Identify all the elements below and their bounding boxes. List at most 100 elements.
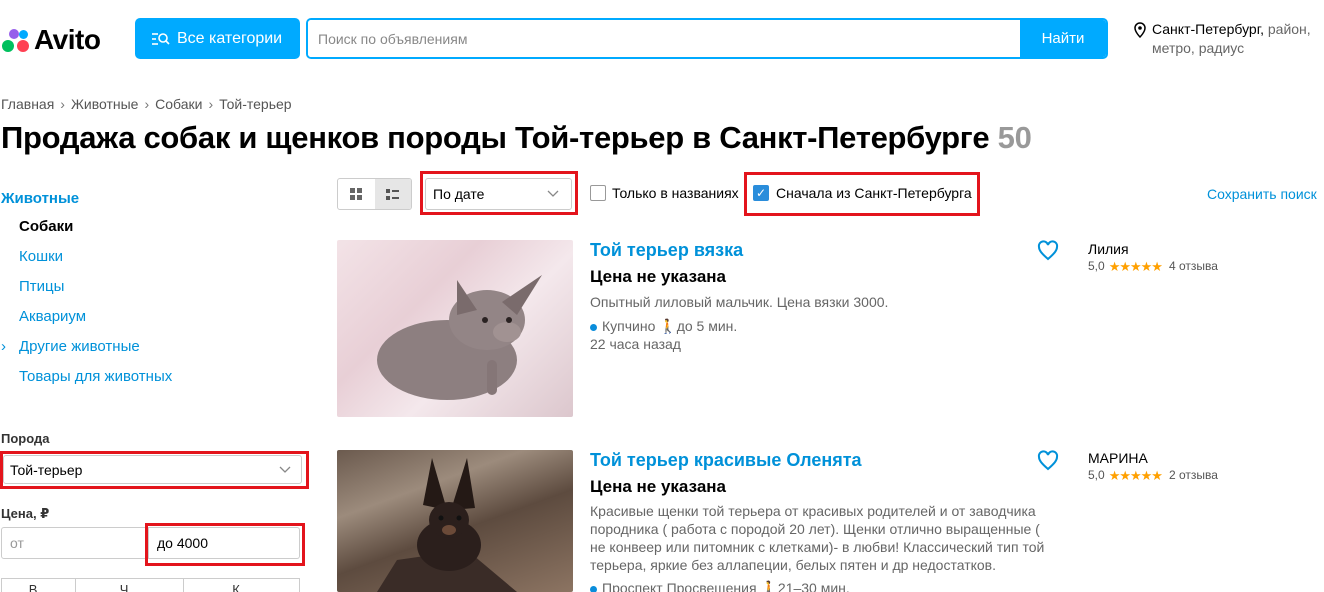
- list-view-button[interactable]: [374, 179, 411, 209]
- price-from-input[interactable]: от: [1, 527, 149, 559]
- breadcrumb: Главная › Животные › Собаки › Той-терьер: [1, 96, 292, 112]
- listing-walk-time: 21–30 мин.: [777, 580, 850, 592]
- category-cats-label: Кошки: [19, 248, 64, 265]
- favorite-heart-icon[interactable]: [1037, 240, 1059, 262]
- grid-icon: [350, 188, 363, 200]
- listing-price: Цена не указана: [590, 267, 726, 286]
- category-dogs[interactable]: Собаки: [1, 218, 172, 248]
- listing-description: Красивые щенки той терьера от красивых р…: [590, 503, 1045, 573]
- location-district: район,: [1267, 21, 1311, 37]
- segment-option-1[interactable]: В...: [1, 578, 76, 592]
- page-title-text: Продажа собак и щенков породы Той-терьер…: [1, 120, 990, 155]
- listing-metro: Проспект Просвещения: [602, 580, 757, 592]
- price-range: от до 4000: [1, 527, 300, 559]
- category-tree: Животные Собаки Кошки Птицы Аквариум › Д…: [1, 190, 172, 398]
- listing-title[interactable]: Той терьер вязка: [590, 240, 743, 261]
- search-input[interactable]: [308, 20, 1020, 57]
- view-toggle: [337, 178, 412, 210]
- sphynx-dog-photo: [377, 275, 542, 400]
- sort-select[interactable]: По дате: [425, 178, 572, 210]
- listing-walk-time: до 5 мин.: [676, 318, 738, 334]
- walk-icon: 🚶: [659, 318, 677, 334]
- search-bar: Найти: [306, 18, 1108, 59]
- location-metro: метро, радиус: [1152, 40, 1245, 56]
- breadcrumb-separator-icon: ›: [208, 96, 214, 112]
- breadcrumb-separator-icon: ›: [60, 96, 65, 112]
- category-other-animals[interactable]: › Другие животные: [1, 338, 172, 368]
- grid-view-button[interactable]: [338, 179, 375, 209]
- metro-dot-icon: [590, 323, 597, 331]
- chevron-down-icon: [279, 466, 291, 473]
- only-titles-option[interactable]: Только в названиях: [590, 185, 739, 201]
- search-button[interactable]: Найти: [1020, 20, 1106, 57]
- category-pet-supplies-label: Товары для животных: [19, 368, 173, 385]
- breadcrumb-toy-terrier[interactable]: Той-терьер: [219, 96, 291, 112]
- sort-select-value: По дате: [433, 186, 485, 202]
- breadcrumb-home[interactable]: Главная: [1, 96, 54, 112]
- spb-first-checkbox[interactable]: ✓: [753, 185, 769, 201]
- all-categories-button[interactable]: Все категории: [135, 18, 300, 59]
- all-categories-label: Все категории: [177, 29, 283, 47]
- category-birds-label: Птицы: [19, 278, 65, 295]
- star-rating-icon: ★★★★★: [1108, 259, 1163, 274]
- reviews-count: 2 отзыва: [1168, 468, 1218, 482]
- only-titles-checkbox[interactable]: [590, 185, 606, 201]
- result-count: 50: [997, 120, 1032, 155]
- chevron-down-icon: [547, 190, 559, 197]
- breadcrumb-separator-icon: ›: [144, 96, 150, 112]
- toy-terrier-photo: [377, 458, 517, 592]
- rating-value: 5,0: [1088, 468, 1105, 482]
- listing-price: Цена не указана: [590, 477, 726, 496]
- listing-time: 22 часа назад: [590, 336, 681, 352]
- walk-icon: 🚶: [760, 580, 778, 592]
- seller-rating: 5,0 ★★★★★ 4 отзыва: [1088, 258, 1218, 275]
- seller-name: Лилия: [1088, 241, 1129, 257]
- listing-metro: Купчино: [602, 318, 656, 334]
- breed-select-value: Той-терьер: [10, 461, 83, 478]
- breed-label: Порода: [1, 431, 50, 446]
- listing-location: Купчино 🚶до 5 мин.: [590, 317, 737, 335]
- breed-select[interactable]: Той-терьер: [3, 455, 302, 484]
- segment-option-2[interactable]: Ч...: [76, 578, 184, 592]
- listing-title[interactable]: Той терьер красивые Оленята: [590, 450, 862, 471]
- listing-description: Опытный лиловый мальчик. Цена вязки 3000…: [590, 294, 889, 310]
- menu-search-icon: [152, 32, 170, 45]
- location-selector[interactable]: Санкт-Петербург, район, метро, радиус: [1133, 20, 1318, 58]
- page-title: Продажа собак и щенков породы Той-терьер…: [1, 120, 1032, 156]
- listing-photo[interactable]: [337, 240, 573, 417]
- category-pet-supplies[interactable]: Товары для животных: [1, 368, 172, 398]
- seller-info[interactable]: Лилия 5,0 ★★★★★ 4 отзыва: [1088, 241, 1218, 275]
- category-root-animals[interactable]: Животные: [1, 190, 172, 207]
- favorite-heart-icon[interactable]: [1037, 450, 1059, 472]
- seller-info[interactable]: МАРИНА 5,0 ★★★★★ 2 отзыва: [1088, 450, 1218, 484]
- location-pin-icon: [1134, 22, 1146, 38]
- category-dogs-label: Собаки: [19, 218, 74, 235]
- breadcrumb-animals[interactable]: Животные: [71, 96, 139, 112]
- segment-control: В... Ч... К...: [1, 578, 300, 592]
- avito-logo[interactable]: Avito: [0, 20, 101, 60]
- chevron-right-icon: ›: [1, 338, 6, 355]
- category-other-animals-label: Другие животные: [19, 338, 140, 355]
- spb-first-label: Сначала из Санкт-Петербурга: [776, 185, 972, 201]
- price-to-input[interactable]: до 4000: [149, 527, 300, 559]
- segment-option-3[interactable]: К...: [184, 578, 300, 592]
- listing-photo[interactable]: [337, 450, 573, 592]
- spb-first-option[interactable]: ✓ Сначала из Санкт-Петербурга: [753, 185, 972, 201]
- category-birds[interactable]: Птицы: [1, 278, 172, 308]
- price-label: Цена, ₽: [1, 506, 50, 521]
- logo-text: Avito: [34, 24, 101, 55]
- reviews-count: 4 отзыва: [1168, 259, 1218, 273]
- listing-location: Проспект Просвещения 🚶21–30 мин.: [590, 579, 850, 592]
- star-rating-icon: ★★★★★: [1108, 468, 1163, 483]
- save-search-link[interactable]: Сохранить поиск: [1207, 186, 1317, 202]
- metro-dot-icon: [590, 585, 597, 592]
- only-titles-label: Только в названиях: [612, 185, 739, 201]
- list-icon: [386, 188, 400, 200]
- location-city: Санкт-Петербург,: [1152, 21, 1264, 37]
- category-aquarium[interactable]: Аквариум: [1, 308, 172, 338]
- category-aquarium-label: Аквариум: [19, 308, 87, 325]
- breadcrumb-dogs[interactable]: Собаки: [155, 96, 202, 112]
- logo-dots-icon: [0, 25, 34, 55]
- rating-value: 5,0: [1088, 259, 1105, 273]
- category-cats[interactable]: Кошки: [1, 248, 172, 278]
